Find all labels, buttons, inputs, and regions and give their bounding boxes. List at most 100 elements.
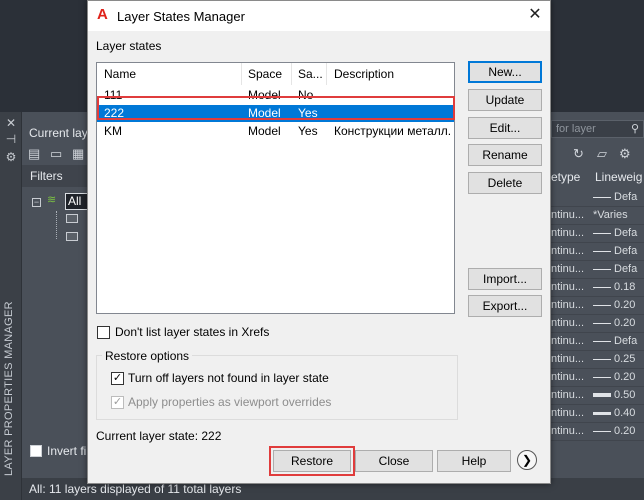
column-header-description[interactable]: Description: [334, 67, 394, 81]
lineweight-value: Defa: [614, 335, 638, 347]
close-button[interactable]: Close: [355, 450, 433, 472]
lineweight-value: Defa: [614, 191, 638, 203]
layer-grid-row[interactable]: ntinu... 0.25: [551, 351, 644, 369]
filter-folder-icon[interactable]: [66, 214, 78, 223]
dialog-title: Layer States Manager: [117, 9, 245, 24]
lineweight-cell[interactable]: Defa: [593, 263, 643, 275]
linetype-cell[interactable]: ntinu...: [551, 299, 587, 311]
lineweight-cell[interactable]: 0.50: [593, 389, 643, 401]
lineweight-sample: [593, 430, 611, 432]
import-button[interactable]: Import...: [468, 268, 542, 290]
lineweight-cell[interactable]: Defa: [593, 335, 643, 347]
layer-grid-row[interactable]: ntinu... 0.50: [551, 387, 644, 405]
column-header-name[interactable]: Name: [104, 67, 136, 81]
pin-icon[interactable]: ⊣: [4, 132, 18, 146]
filter-folder-icon[interactable]: [66, 232, 78, 241]
edit-button[interactable]: Edit...: [468, 117, 542, 139]
linetype-column-header[interactable]: etype: [551, 170, 580, 188]
linetype-cell[interactable]: ntinu...: [551, 371, 587, 383]
layer-grid-row[interactable]: Defa: [551, 189, 644, 207]
search-layer-input[interactable]: for layer ⚲: [551, 120, 644, 138]
dont-list-xrefs-checkbox[interactable]: [97, 326, 110, 339]
layer-grid-row[interactable]: ntinu... 0.20: [551, 369, 644, 387]
list-header: Name Space Sa... Description: [97, 63, 454, 85]
layer-grid-row[interactable]: ntinu... Defa: [551, 261, 644, 279]
layer-states-label: Layer states: [96, 39, 162, 53]
column-separator: [291, 63, 292, 85]
layer-grid-row[interactable]: ntinu... Defa: [551, 333, 644, 351]
delete-button[interactable]: Delete: [468, 172, 542, 194]
lineweight-cell[interactable]: 0.18: [593, 281, 643, 293]
linetype-cell[interactable]: ntinu...: [551, 353, 587, 365]
dialog-titlebar[interactable]: A Layer States Manager ✕: [88, 1, 550, 31]
linetype-cell[interactable]: ntinu...: [551, 281, 587, 293]
layer-grid-row[interactable]: ntinu... 0.20: [551, 315, 644, 333]
linetype-cell[interactable]: ntinu...: [551, 209, 587, 221]
lineweight-cell[interactable]: Defa: [593, 191, 643, 203]
close-icon[interactable]: ✕: [525, 5, 545, 25]
lineweight-column-header[interactable]: Lineweig: [595, 170, 642, 188]
autocad-logo-icon: A: [97, 6, 108, 23]
linetype-cell[interactable]: ntinu...: [551, 425, 587, 437]
linetype-cell[interactable]: ntinu...: [551, 227, 587, 239]
layer-states-icon[interactable]: ▦: [72, 146, 84, 162]
lineweight-value: Defa: [614, 227, 638, 239]
layer-settings-icon[interactable]: ▱: [597, 146, 607, 162]
linetype-cell[interactable]: ntinu...: [551, 263, 587, 275]
invert-filter-checkbox[interactable]: [30, 445, 42, 457]
linetype-cell[interactable]: ntinu...: [551, 335, 587, 347]
linetype-cell[interactable]: ntinu...: [551, 245, 587, 257]
new-button[interactable]: New...: [468, 61, 542, 83]
linetype-cell[interactable]: ntinu...: [551, 317, 587, 329]
lineweight-sample: [593, 393, 611, 398]
layer-grid-row[interactable]: ntinu... Defa: [551, 225, 644, 243]
lineweight-value: 0.40: [614, 407, 636, 419]
column-header-saved[interactable]: Sa...: [298, 67, 323, 81]
layer-grid-row[interactable]: ntinu... Defa: [551, 243, 644, 261]
turn-off-layers-label: Turn off layers not found in layer state: [128, 371, 329, 385]
lineweight-value: 0.18: [614, 281, 636, 293]
column-header-space[interactable]: Space: [248, 67, 282, 81]
layer-grid-row[interactable]: ntinu... *Varies: [551, 207, 644, 225]
lineweight-cell[interactable]: 0.25: [593, 353, 643, 365]
state-name: KM: [104, 124, 122, 138]
lineweight-cell[interactable]: 0.20: [593, 371, 643, 383]
lineweight-value: Defa: [614, 263, 638, 275]
new-group-filter-icon[interactable]: ▭: [50, 146, 62, 162]
layer-grid-row[interactable]: ntinu... 0.20: [551, 297, 644, 315]
tree-node-all[interactable]: All: [65, 193, 88, 210]
refresh-icon[interactable]: ↻: [573, 146, 584, 162]
layer-grid-row[interactable]: ntinu... 0.40: [551, 405, 644, 423]
gear-icon[interactable]: ⚙: [619, 146, 631, 162]
lineweight-cell[interactable]: 0.20: [593, 317, 643, 329]
lineweight-value: Defa: [614, 245, 638, 257]
lineweight-cell[interactable]: 0.20: [593, 299, 643, 311]
rename-button[interactable]: Rename: [468, 144, 542, 166]
state-space: Model: [248, 124, 281, 138]
lineweight-cell[interactable]: 0.20: [593, 425, 643, 437]
export-button[interactable]: Export...: [468, 295, 542, 317]
update-button[interactable]: Update: [468, 89, 542, 111]
restore-options-group: [96, 355, 458, 420]
help-button[interactable]: Help: [437, 450, 511, 472]
tree-collapse-icon[interactable]: −: [32, 198, 41, 207]
lineweight-sample: [593, 268, 611, 270]
lineweight-cell[interactable]: 0.40: [593, 407, 643, 419]
lineweight-cell[interactable]: *Varies: [593, 209, 643, 221]
close-icon[interactable]: ✕: [4, 116, 18, 130]
tree-connector: [56, 211, 57, 239]
lineweight-value: 0.20: [614, 371, 636, 383]
current-layer-state-text: Current layer state: 222: [96, 429, 222, 443]
settings-icon[interactable]: ⚙: [4, 150, 18, 164]
turn-off-layers-checkbox[interactable]: ✓: [111, 372, 124, 385]
new-property-filter-icon[interactable]: ▤: [28, 146, 40, 162]
lineweight-cell[interactable]: Defa: [593, 227, 643, 239]
more-options-icon[interactable]: ❯: [517, 450, 537, 470]
linetype-cell[interactable]: ntinu...: [551, 389, 587, 401]
layer-grid-row[interactable]: ntinu... 0.18: [551, 279, 644, 297]
layer-state-row[interactable]: KM Model Yes Конструкции металл...: [97, 123, 454, 140]
linetype-cell[interactable]: ntinu...: [551, 407, 587, 419]
lineweight-sample: [593, 322, 611, 324]
lineweight-cell[interactable]: Defa: [593, 245, 643, 257]
layer-grid-row[interactable]: ntinu... 0.20: [551, 423, 644, 441]
